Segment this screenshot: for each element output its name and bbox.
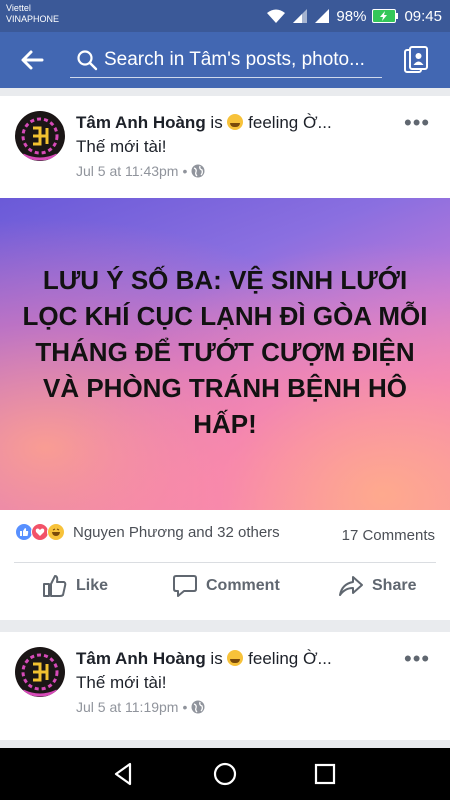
battery-percent: 98% [336, 7, 367, 25]
battery-icon [372, 9, 399, 23]
more-options-icon[interactable]: ••• [404, 646, 430, 672]
laughing-emoji-icon [227, 114, 244, 130]
share-label: Share [372, 577, 417, 594]
home-circle-icon[interactable] [211, 760, 239, 788]
divider [14, 562, 436, 563]
status-bar: Viettel VINAPHONE 98% 09:45 [0, 0, 450, 32]
like-label: Like [76, 577, 109, 594]
author-name[interactable]: Tâm Anh Hoàng [76, 113, 206, 132]
comment-button[interactable]: Comment [172, 574, 280, 598]
post-meta: Jul 5 at 11:19pm • [76, 699, 205, 715]
wifi-icon [267, 9, 286, 23]
status-indicators: 98% 09:45 [266, 0, 442, 32]
verb-text: is [205, 113, 228, 132]
post-header: Tâm Anh Hoàng is feeling Ờ... [76, 113, 332, 133]
share-button[interactable]: Share [338, 574, 416, 598]
meta-separator: • [182, 163, 188, 179]
reactions-text: Nguyen Phương and 32 others [73, 523, 280, 541]
post-meta: Jul 5 at 11:43pm • [76, 163, 205, 179]
carrier-top: Viettel [6, 3, 31, 13]
comments-count[interactable]: 17 Comments [342, 527, 435, 544]
back-arrow-icon[interactable] [18, 46, 46, 74]
system-nav-bar [0, 748, 450, 800]
recent-apps-icon[interactable] [311, 760, 339, 788]
like-icon [43, 575, 67, 597]
feed-post: Tâm Anh Hoàng is feeling Ờ... Thế mới tà… [0, 96, 450, 620]
reactions-summary[interactable]: Nguyen Phương and 32 others [15, 523, 280, 541]
signal-icon-2 [315, 9, 330, 23]
share-icon [339, 576, 363, 596]
feeling-text: feeling Ờ... [243, 649, 332, 668]
post-timestamp[interactable]: Jul 5 at 11:19pm [76, 699, 178, 715]
feed-post: Tâm Anh Hoàng is feeling Ờ... Thế mới tà… [0, 632, 450, 740]
search-header: Search in Tâm's posts, photo... [0, 32, 450, 88]
search-placeholder: Search in Tâm's posts, photo... [104, 49, 365, 70]
search-icon [77, 50, 98, 71]
post-actions: Like Comment Share [0, 566, 450, 616]
meta-separator: • [182, 699, 188, 715]
author-avatar[interactable] [15, 111, 65, 161]
feeling-text: feeling Ờ... [243, 113, 332, 132]
post-text: Thế mới tài! [76, 673, 167, 692]
back-triangle-icon[interactable] [110, 760, 138, 788]
verb-text: is [205, 649, 228, 668]
post-header: Tâm Anh Hoàng is feeling Ờ... [76, 649, 332, 669]
laughing-emoji-icon [227, 650, 244, 666]
haha-reaction-icon [47, 523, 65, 541]
image-caption: LƯU Ý SỐ BA: VỆ SINH LƯỚI LỌC KHÍ CỤC LẠ… [22, 265, 428, 439]
more-options-icon[interactable]: ••• [404, 110, 430, 136]
author-name[interactable]: Tâm Anh Hoàng [76, 649, 206, 668]
comment-label: Comment [206, 577, 280, 594]
globe-icon [191, 700, 205, 714]
like-button[interactable]: Like [42, 574, 108, 598]
globe-icon [191, 164, 205, 178]
post-image[interactable]: LƯU Ý SỐ BA: VỆ SINH LƯỚI LỌC KHÍ CỤC LẠ… [0, 198, 450, 510]
carrier-bottom: VINAPHONE [6, 14, 60, 24]
signal-icon [293, 9, 308, 23]
post-timestamp[interactable]: Jul 5 at 11:43pm [76, 163, 178, 179]
profile-icon[interactable] [403, 46, 429, 74]
search-input[interactable]: Search in Tâm's posts, photo... [70, 42, 382, 78]
post-text: Thế mới tài! [76, 137, 167, 156]
carrier-info: Viettel VINAPHONE [6, 3, 59, 25]
author-avatar[interactable] [15, 647, 65, 697]
avatar-logo-icon [16, 648, 64, 697]
comment-icon [173, 575, 197, 597]
avatar-logo-icon [16, 112, 64, 161]
clock: 09:45 [404, 7, 442, 25]
